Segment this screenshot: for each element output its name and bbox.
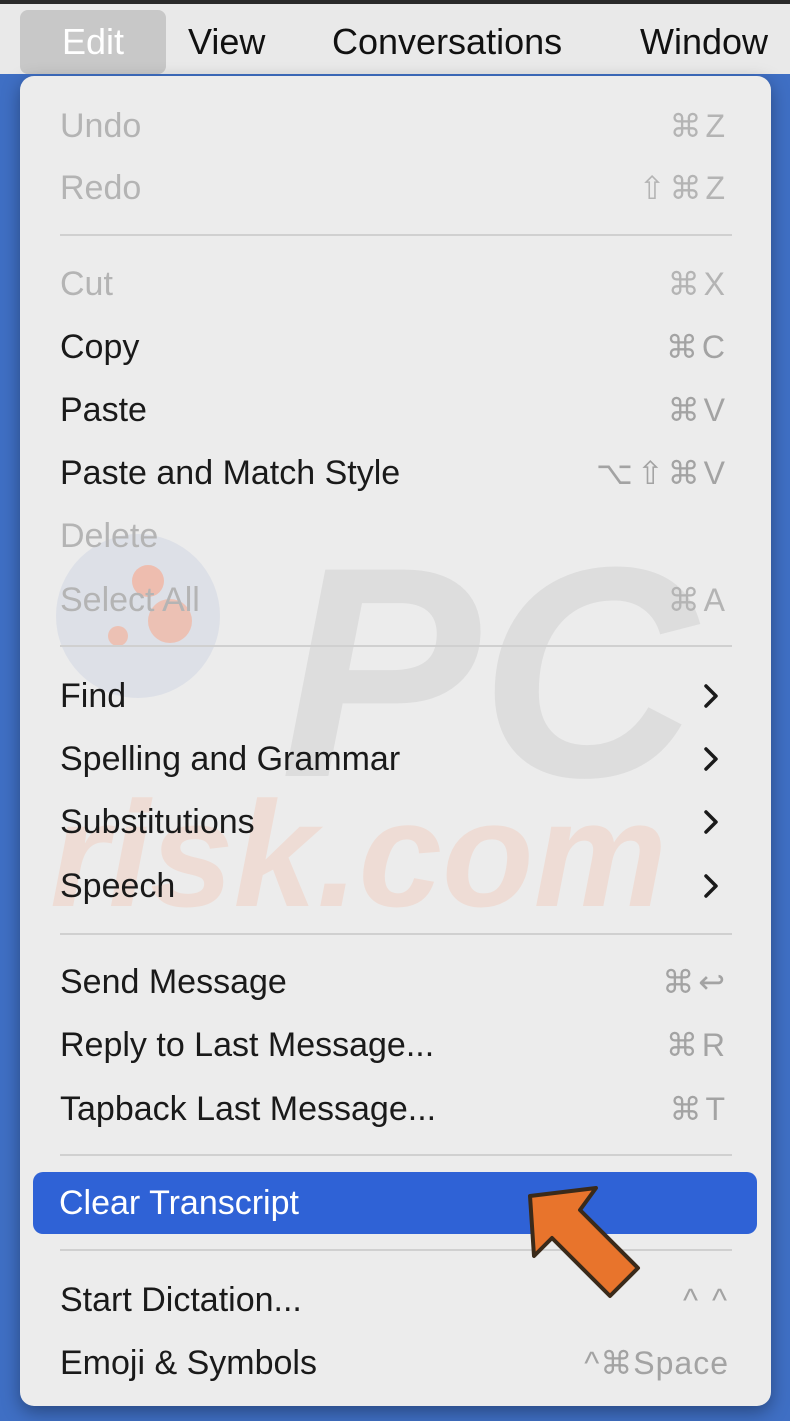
menu-item-select-all[interactable]: Select All ⌘A [20,570,771,630]
menu-item-label: Redo [60,169,142,207]
menu-item-shortcut: ^^ [682,1282,741,1318]
menu-item-copy[interactable]: Copy ⌘C [20,317,771,377]
menu-item-label: Select All [60,581,200,619]
pointer-arrow-icon [528,1186,640,1298]
menu-item-label: Tapback Last Message... [60,1090,437,1128]
menu-item-paste[interactable]: Paste ⌘V [20,380,771,440]
menu-item-shortcut: ⌘T [669,1091,729,1127]
menu-separator [60,645,732,647]
menu-item-label: Find [60,677,127,715]
menu-item-undo[interactable]: Undo ⌘Z [20,96,771,156]
edit-dropdown-menu: PC risk.com Undo ⌘Z Redo ⇧⌘Z Cut ⌘X Copy… [20,76,771,1406]
menu-item-label: Speech [60,867,176,905]
menu-bar: Edit View Conversations Window [0,0,790,74]
menu-item-start-dictation[interactable]: Start Dictation... ^^ [20,1270,771,1330]
menu-item-shortcut: ⇧⌘Z [638,170,729,206]
menu-item-shortcut: ⌘R [665,1027,729,1063]
menu-item-redo[interactable]: Redo ⇧⌘Z [20,158,771,218]
menu-separator [60,1154,732,1156]
menu-item-label: Start Dictation... [60,1281,302,1319]
chevron-right-icon [704,874,718,898]
chevron-right-icon [704,810,718,834]
menu-item-shortcut: ⌘C [665,329,729,365]
menu-item-shortcut: ⌘Z [669,108,729,144]
menu-item-shortcut: ⌘A [667,582,729,618]
menu-item-label: Paste [60,391,147,429]
menu-window[interactable]: Window [620,10,788,74]
menu-item-label: Delete [60,517,159,555]
menu-item-label: Spelling and Grammar [60,740,401,778]
menu-item-label: Undo [60,107,142,145]
menu-item-label: Substitutions [60,803,255,841]
chevron-right-icon [704,684,718,708]
menu-item-shortcut: ⌘X [667,266,729,302]
menu-separator [60,933,732,935]
menu-item-shortcut: ^⌘Space [584,1345,729,1381]
menu-edit[interactable]: Edit [20,10,166,74]
menu-item-reply-to-last-message[interactable]: Reply to Last Message... ⌘R [20,1015,771,1075]
menu-item-spelling-and-grammar[interactable]: Spelling and Grammar [20,729,771,789]
menu-item-shortcut: ⌘↩ [662,964,729,1000]
menu-item-label: Cut [60,265,113,303]
menu-item-tapback-last-message[interactable]: Tapback Last Message... ⌘T [20,1079,771,1139]
menu-item-label: Copy [60,328,140,366]
menu-item-send-message[interactable]: Send Message ⌘↩ [20,952,771,1012]
menu-item-label: Reply to Last Message... [60,1026,435,1064]
menu-item-label: Emoji & Symbols [60,1344,317,1382]
menu-item-cut[interactable]: Cut ⌘X [20,254,771,314]
menu-conversations[interactable]: Conversations [312,10,582,74]
menu-item-label: Clear Transcript [59,1184,299,1222]
menu-item-shortcut: ⌘V [667,392,729,428]
menu-view[interactable]: View [168,10,285,74]
menu-item-delete[interactable]: Delete [20,506,771,566]
menu-item-emoji-and-symbols[interactable]: Emoji & Symbols ^⌘Space [20,1333,771,1393]
menu-separator [60,234,732,236]
menu-item-substitutions[interactable]: Substitutions [20,792,771,852]
menu-item-paste-and-match-style[interactable]: Paste and Match Style ⌥⇧⌘V [20,443,771,503]
menu-item-find[interactable]: Find [20,666,771,726]
menu-item-label: Paste and Match Style [60,454,401,492]
menu-item-label: Send Message [60,963,287,1001]
chevron-right-icon [704,747,718,771]
menu-item-speech[interactable]: Speech [20,856,771,916]
menu-item-shortcut: ⌥⇧⌘V [595,455,729,491]
